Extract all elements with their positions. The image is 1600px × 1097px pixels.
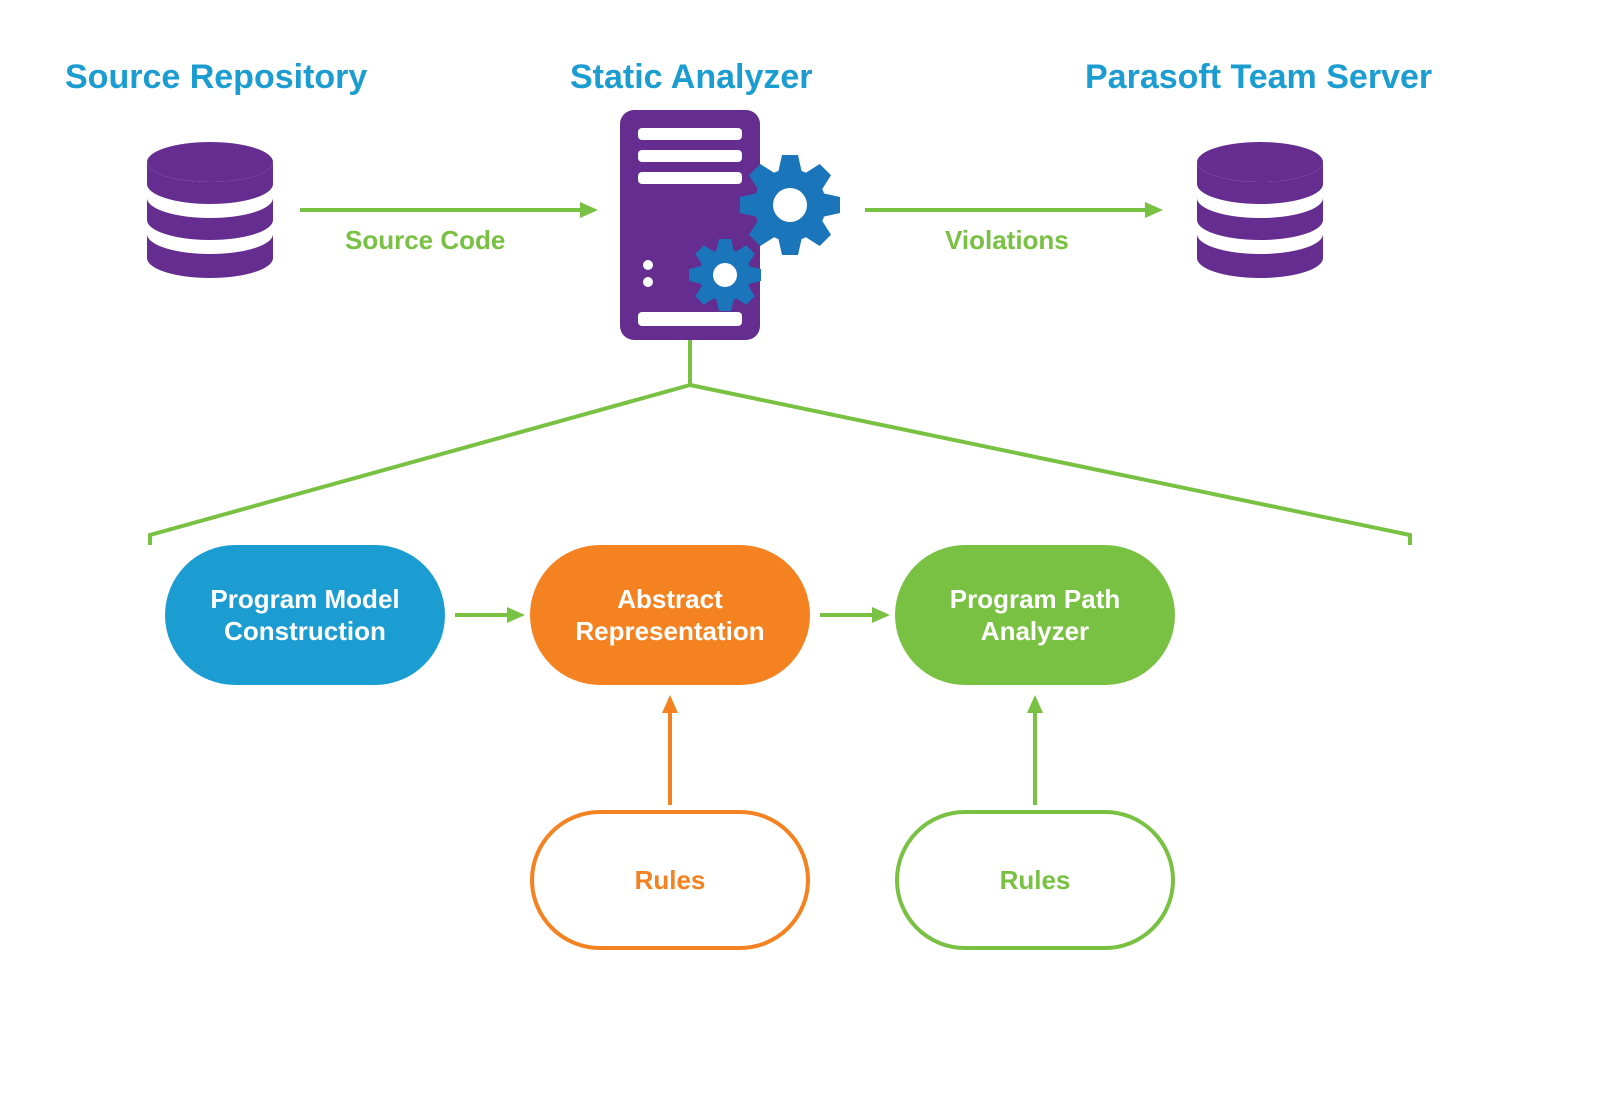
gears-icon — [685, 150, 855, 320]
label-source-code: Source Code — [345, 225, 505, 256]
diagram-stage: Source Repository Static Analyzer Paraso… — [0, 0, 1600, 1097]
arrow-right-icon — [820, 600, 890, 630]
arrow-up-icon — [655, 695, 685, 805]
label-violations: Violations — [945, 225, 1069, 256]
pill-label: Rules — [635, 864, 706, 897]
database-icon — [135, 140, 285, 280]
pill-label: Program Path Analyzer — [895, 583, 1175, 648]
heading-static-analyzer: Static Analyzer — [570, 58, 813, 97]
arrow-up-icon — [1020, 695, 1050, 805]
arrow-right-icon — [300, 195, 600, 225]
database-icon — [1185, 140, 1335, 280]
pill-rules-orange: Rules — [530, 810, 810, 950]
fanout-lines — [140, 340, 1420, 550]
pill-label: Rules — [1000, 864, 1071, 897]
pill-rules-green: Rules — [895, 810, 1175, 950]
heading-team-server: Parasoft Team Server — [1085, 58, 1432, 97]
pill-label: Program Model Construction — [165, 583, 445, 648]
pill-label: Abstract Representation — [530, 583, 810, 648]
arrow-right-icon — [455, 600, 525, 630]
pill-abstract-representation: Abstract Representation — [530, 545, 810, 685]
pill-program-path-analyzer: Program Path Analyzer — [895, 545, 1175, 685]
pill-program-model: Program Model Construction — [165, 545, 445, 685]
heading-source-repository: Source Repository — [65, 58, 367, 97]
arrow-right-icon — [865, 195, 1165, 225]
